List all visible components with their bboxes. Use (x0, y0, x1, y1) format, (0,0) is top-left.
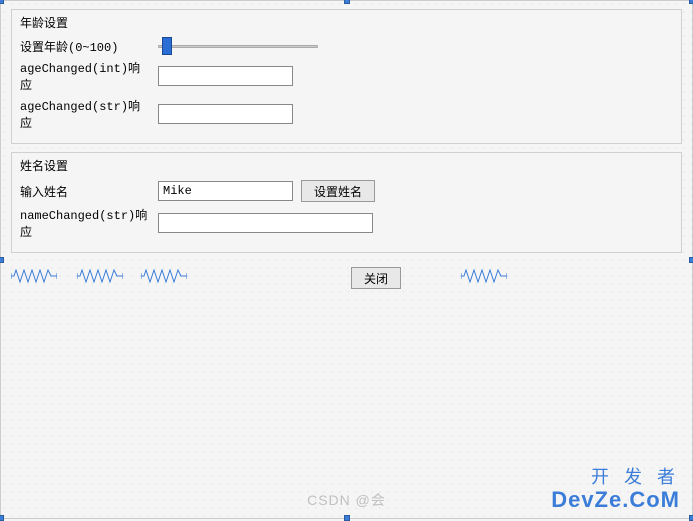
input-name[interactable] (158, 181, 293, 201)
selection-handle (344, 515, 350, 521)
spacer-spring-icon (141, 269, 187, 283)
close-button[interactable]: 关闭 (351, 267, 401, 289)
input-age-int-response[interactable] (158, 66, 293, 86)
label-input-name: 输入姓名 (20, 183, 150, 200)
watermark-devze: 开 发 者 DevZe.CoM (551, 468, 680, 512)
spacer-spring-icon (11, 269, 57, 283)
selection-handle (344, 0, 350, 4)
label-set-age: 设置年龄(0~100) (20, 38, 150, 55)
selection-handle (0, 0, 4, 4)
groupbox-age: 年龄设置 设置年龄(0~100) ageChanged(int)响应 ageCh… (11, 9, 682, 144)
bottom-button-row: 关闭 (11, 267, 682, 291)
age-slider[interactable] (158, 37, 318, 55)
watermark-devze-line2: DevZe.CoM (551, 488, 680, 512)
set-name-button[interactable]: 设置姓名 (301, 180, 375, 202)
selection-handle (0, 515, 4, 521)
selection-handle (689, 515, 693, 521)
slider-thumb[interactable] (162, 37, 172, 55)
groupbox-age-title: 年龄设置 (20, 14, 673, 31)
watermark-csdn: CSDN @会 (307, 490, 386, 510)
input-name-response[interactable] (158, 213, 373, 233)
selection-handle (689, 0, 693, 4)
groupbox-name: 姓名设置 输入姓名 设置姓名 nameChanged(str)响应 (11, 152, 682, 253)
label-age-str-response: ageChanged(str)响应 (20, 97, 150, 131)
spacer-spring-icon (461, 269, 507, 283)
label-name-response: nameChanged(str)响应 (20, 206, 150, 240)
watermark-devze-line1: 开 发 者 (551, 468, 680, 488)
input-age-str-response[interactable] (158, 104, 293, 124)
selection-handle (0, 257, 4, 263)
spacer-spring-icon (77, 269, 123, 283)
label-age-int-response: ageChanged(int)响应 (20, 59, 150, 93)
slider-track (158, 45, 318, 48)
groupbox-name-title: 姓名设置 (20, 157, 673, 174)
selection-handle (689, 257, 693, 263)
